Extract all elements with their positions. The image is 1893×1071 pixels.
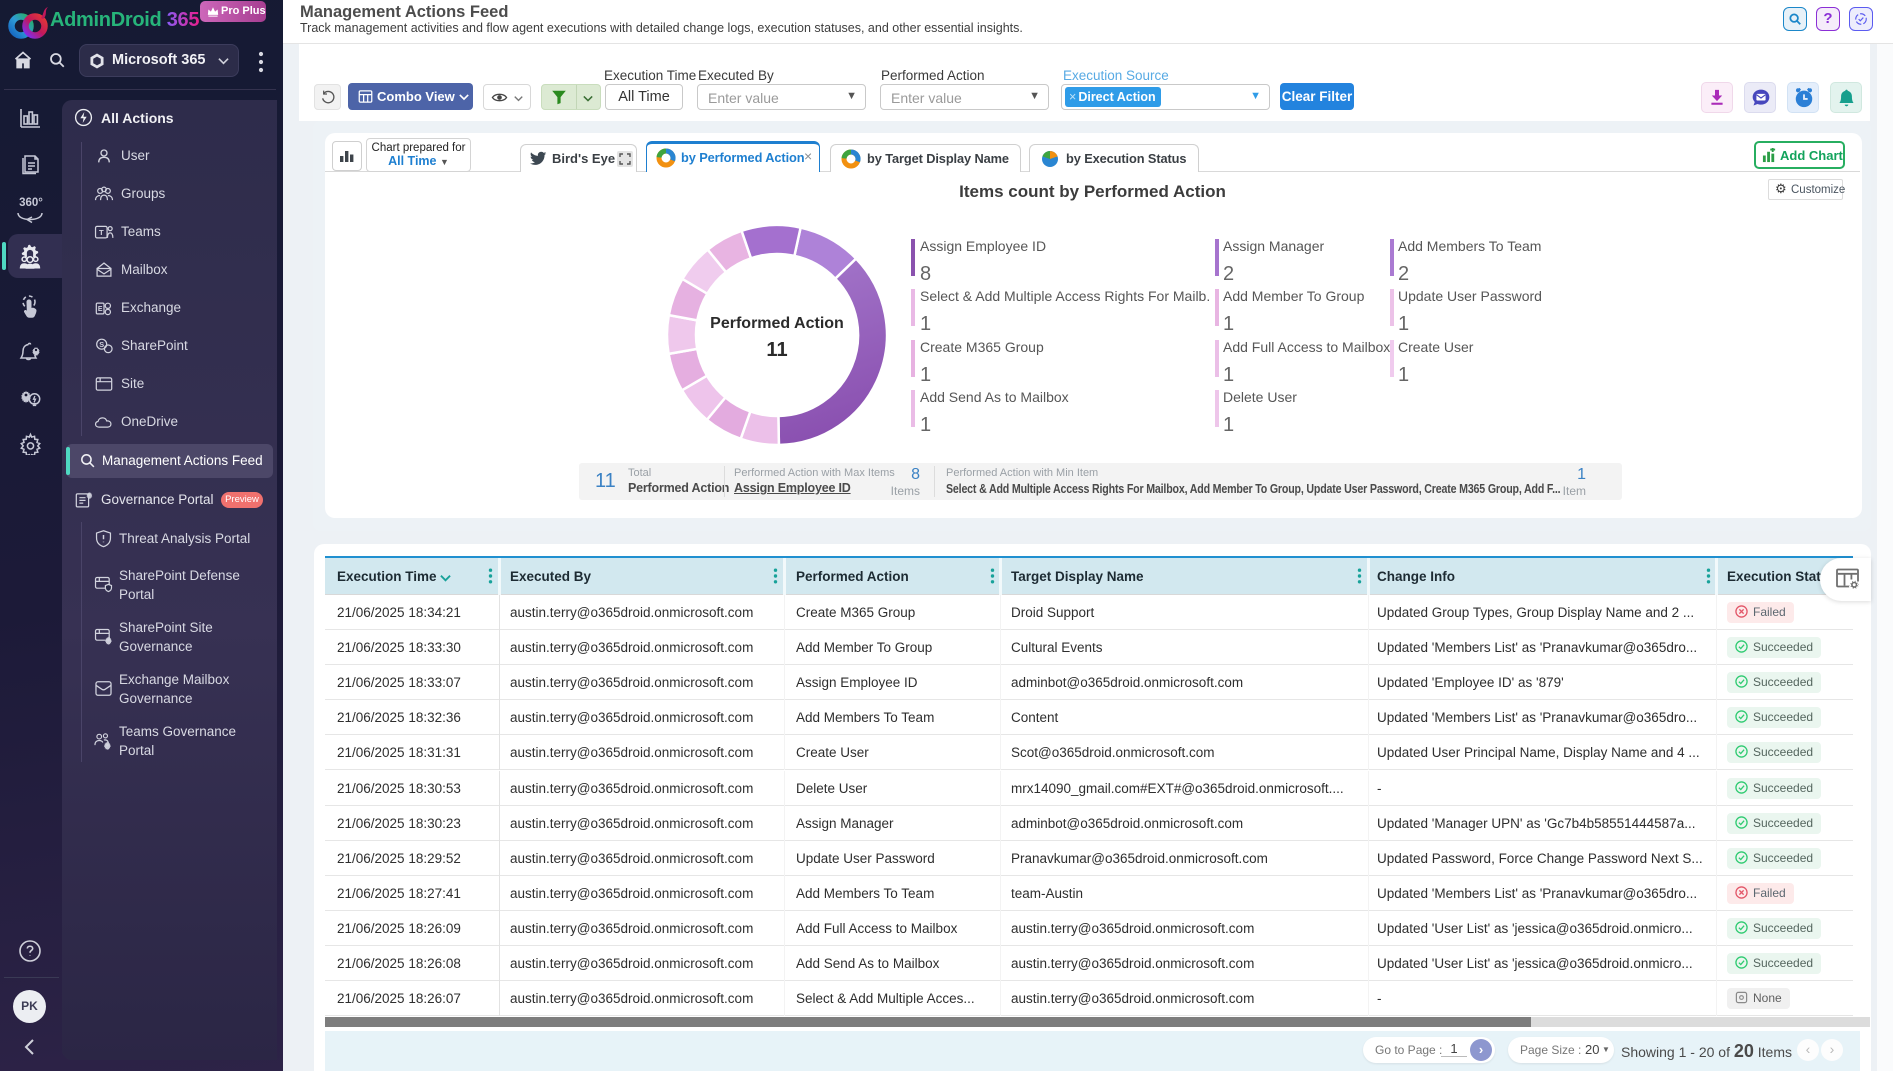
svg-text:E: E bbox=[98, 306, 103, 313]
svg-text:T: T bbox=[99, 228, 104, 237]
svg-text:S: S bbox=[99, 340, 104, 349]
